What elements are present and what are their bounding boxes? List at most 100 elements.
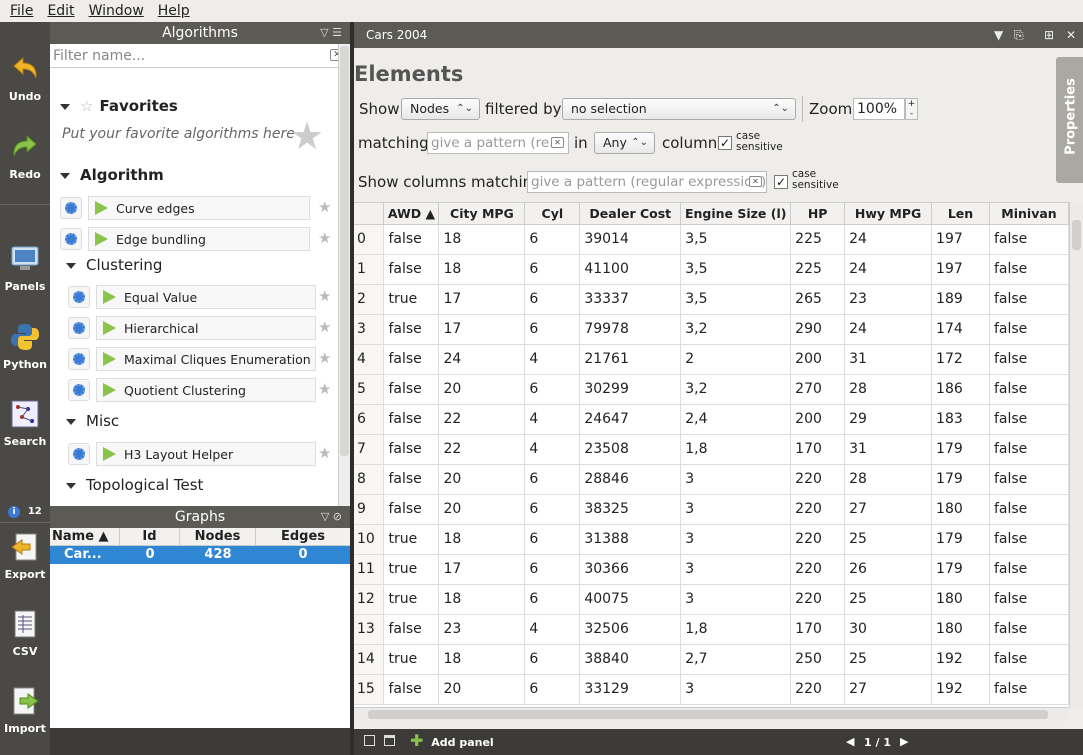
table-cell[interactable]: 6 [524, 674, 581, 705]
algorithm-item-edge-bundling[interactable]: Edge bundling [60, 226, 310, 252]
clear-icon[interactable]: ✕ [551, 137, 564, 148]
table-cell[interactable]: false [989, 254, 1069, 285]
column-header-city-mpg[interactable]: City MPG [438, 203, 526, 225]
table-cell[interactable]: false [383, 434, 440, 465]
table-cell[interactable]: 27 [844, 494, 933, 525]
table-cell[interactable]: 3 [680, 554, 792, 585]
table-cell[interactable]: 270 [790, 374, 846, 405]
table-cell[interactable]: 23 [844, 284, 933, 315]
table-row[interactable]: 14 true 18 6 38840 2,7 250 25 192 false [354, 644, 1069, 675]
table-cell[interactable]: 179 [931, 554, 990, 585]
table-cell[interactable]: true [383, 284, 440, 315]
table-cell[interactable]: 21761 [579, 344, 682, 375]
favorites-section[interactable]: ☆ Favorites [60, 97, 178, 115]
table-cell[interactable]: false [989, 464, 1069, 495]
table-cell[interactable]: 225 [790, 224, 846, 255]
clustering-section[interactable]: Clustering [66, 256, 162, 274]
table-cell[interactable]: 179 [931, 464, 990, 495]
table-cell[interactable]: false [383, 374, 440, 405]
table-cell[interactable]: 31 [844, 344, 933, 375]
table-cell[interactable]: 20 [438, 374, 526, 405]
favorite-star-icon[interactable]: ★ [318, 287, 331, 305]
column-header-awd[interactable]: AWD ▲ [383, 203, 440, 225]
favorite-star-icon[interactable]: ★ [318, 444, 331, 462]
table-cell[interactable]: 1,8 [680, 614, 792, 645]
table-row[interactable]: 6 false 22 4 24647 2,4 200 29 183 false [354, 404, 1069, 435]
table-cell[interactable]: 4 [524, 344, 581, 375]
column-header-nodes[interactable]: Nodes [180, 528, 256, 545]
table-cell[interactable]: 30 [844, 614, 933, 645]
table-cell[interactable]: false [989, 284, 1069, 315]
column-header-cyl[interactable]: Cyl [524, 203, 581, 225]
favorite-star-icon[interactable]: ★ [318, 380, 331, 398]
table-cell[interactable]: 30366 [579, 554, 682, 585]
table-row[interactable]: 9 false 20 6 38325 3 220 27 180 false [354, 494, 1069, 525]
table-cell[interactable]: 25 [844, 644, 933, 675]
table-cell[interactable]: 23 [438, 614, 526, 645]
columns-case-sensitive-checkbox[interactable]: ✓ [774, 175, 788, 189]
table-cell[interactable]: 22 [438, 404, 526, 435]
zoom-spinner[interactable]: + - [905, 98, 918, 120]
table-cell[interactable]: 3,5 [680, 284, 792, 315]
table-cell[interactable]: 79978 [579, 314, 682, 345]
log-counter[interactable]: i 12 [0, 504, 50, 518]
menu-edit[interactable]: Edit [47, 3, 74, 19]
column-header-dealer-cost[interactable]: Dealer Cost [579, 203, 682, 225]
column-header-id[interactable]: Id [120, 528, 180, 545]
redo-button[interactable]: Redo [0, 132, 50, 181]
algorithm-item-quotient-clustering[interactable]: Quotient Clustering [68, 377, 316, 403]
table-cell[interactable]: 3 [680, 674, 792, 705]
table-cell[interactable]: 41100 [579, 254, 682, 285]
table-cell[interactable]: 20 [438, 674, 526, 705]
gear-icon[interactable] [60, 228, 82, 250]
gear-icon[interactable] [68, 286, 90, 308]
table-cell[interactable]: 6 [524, 524, 581, 555]
table-cell[interactable]: 39014 [579, 224, 682, 255]
properties-tab[interactable]: Properties [1056, 57, 1083, 183]
table-cell[interactable]: 27 [844, 674, 933, 705]
table-cell[interactable]: 25 [844, 584, 933, 615]
algorithm-item-h3-layout-helper[interactable]: H3 Layout Helper [68, 441, 316, 467]
table-cell[interactable]: 24 [844, 224, 933, 255]
table-cell[interactable]: false [383, 254, 440, 285]
table-cell[interactable]: 290 [790, 314, 846, 345]
table-cell[interactable]: false [989, 434, 1069, 465]
table-cell[interactable]: 24 [844, 254, 933, 285]
python-button[interactable]: Python [0, 322, 50, 371]
table-row[interactable]: 2 true 17 6 33337 3,5 265 23 189 false [354, 284, 1069, 315]
table-cell[interactable]: 20 [438, 494, 526, 525]
table-cell[interactable]: 23508 [579, 434, 682, 465]
table-cell[interactable]: false [989, 344, 1069, 375]
table-cell[interactable]: 24647 [579, 404, 682, 435]
table-cell[interactable]: 6 [524, 554, 581, 585]
undo-button[interactable]: Undo [0, 54, 50, 103]
show-select[interactable]: Nodes ⌃⌄ [401, 98, 480, 120]
table-cell[interactable]: 2 [680, 344, 792, 375]
menu-window[interactable]: Window [89, 3, 144, 19]
column-header-minivan[interactable]: Minivan [989, 203, 1069, 225]
table-cell[interactable]: true [383, 644, 440, 675]
table-cell[interactable]: 192 [931, 644, 990, 675]
gear-icon[interactable] [68, 443, 90, 465]
table-cell[interactable]: 170 [790, 614, 846, 645]
table-row[interactable]: 12 true 18 6 40075 3 220 25 180 false [354, 584, 1069, 615]
table-cell[interactable]: 192 [931, 674, 990, 705]
table-cell[interactable]: 3 [680, 464, 792, 495]
zoom-input[interactable]: 100% [853, 98, 905, 120]
favorite-star-icon[interactable]: ★ [318, 349, 331, 367]
menu-file[interactable]: File [10, 3, 33, 19]
table-cell[interactable]: 3,5 [680, 254, 792, 285]
table-cell[interactable]: 2,4 [680, 404, 792, 435]
table-cell[interactable]: false [383, 464, 440, 495]
table-cell[interactable]: true [383, 524, 440, 555]
table-cell[interactable]: 33337 [579, 284, 682, 315]
table-cell[interactable]: 265 [790, 284, 846, 315]
search-button[interactable]: Search [0, 399, 50, 448]
table-cell[interactable]: 4 [524, 614, 581, 645]
table-cell[interactable]: 3,2 [680, 374, 792, 405]
table-row[interactable]: 1 false 18 6 41100 3,5 225 24 197 false [354, 254, 1069, 285]
table-cell[interactable]: 3 [680, 494, 792, 525]
table-cell[interactable]: 3 [680, 524, 792, 555]
favorite-star-icon[interactable]: ★ [318, 198, 331, 216]
table-cell[interactable]: 26 [844, 554, 933, 585]
